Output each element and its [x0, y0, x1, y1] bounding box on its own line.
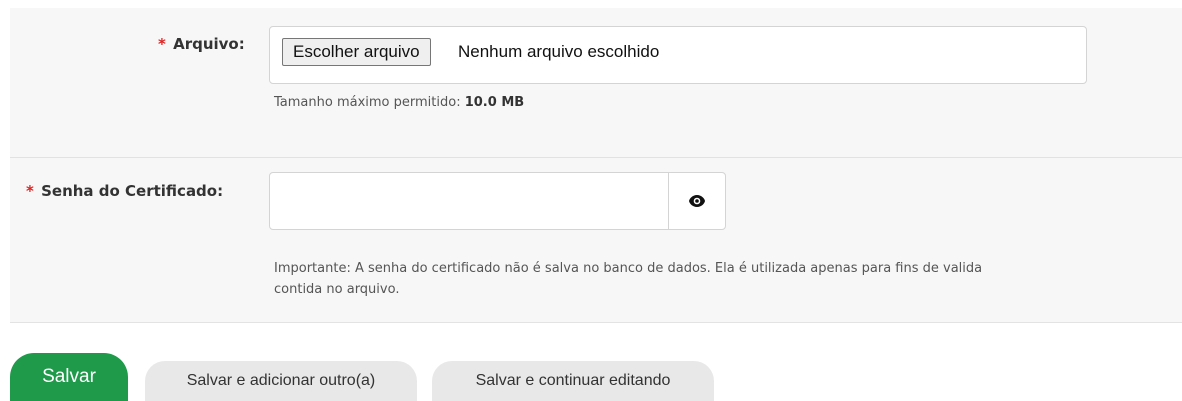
- file-help-prefix: Tamanho máximo permitido:: [274, 95, 461, 110]
- save-and-add-another-button[interactable]: Salvar e adicionar outro(a): [145, 361, 417, 401]
- eye-icon: [689, 195, 705, 207]
- password-label-text: Senha do Certificado:: [41, 182, 224, 200]
- password-label: * Senha do Certificado:: [26, 182, 223, 200]
- page: * Arquivo: Escolher arquivo Nenhum arqui…: [0, 0, 1182, 401]
- certificate-fieldset: * Arquivo: Escolher arquivo Nenhum arqui…: [10, 8, 1182, 323]
- choose-file-button[interactable]: Escolher arquivo: [282, 38, 431, 66]
- file-label: * Arquivo:: [158, 35, 245, 53]
- file-input[interactable]: Escolher arquivo Nenhum arquivo escolhid…: [269, 26, 1087, 84]
- password-help-line-1: Importante: A senha do certificado não é…: [274, 261, 983, 276]
- required-marker: *: [158, 35, 166, 53]
- password-help-line-2: contida no arquivo.: [274, 282, 400, 297]
- password-help-text: Importante: A senha do certificado não é…: [274, 258, 1174, 300]
- save-and-continue-button[interactable]: Salvar e continuar editando: [432, 361, 714, 401]
- save-button[interactable]: Salvar: [10, 353, 128, 401]
- password-field-wrapper: [269, 172, 669, 230]
- required-marker: *: [26, 182, 34, 200]
- file-label-text: Arquivo:: [173, 35, 245, 53]
- file-help-text: Tamanho máximo permitido: 10.0 MB: [274, 92, 524, 113]
- file-row: * Arquivo: Escolher arquivo Nenhum arqui…: [10, 8, 1182, 158]
- password-input[interactable]: [270, 173, 668, 229]
- file-status: Nenhum arquivo escolhido: [458, 42, 660, 61]
- file-max-size: 10.0 MB: [464, 95, 525, 110]
- show-password-button[interactable]: [668, 172, 726, 230]
